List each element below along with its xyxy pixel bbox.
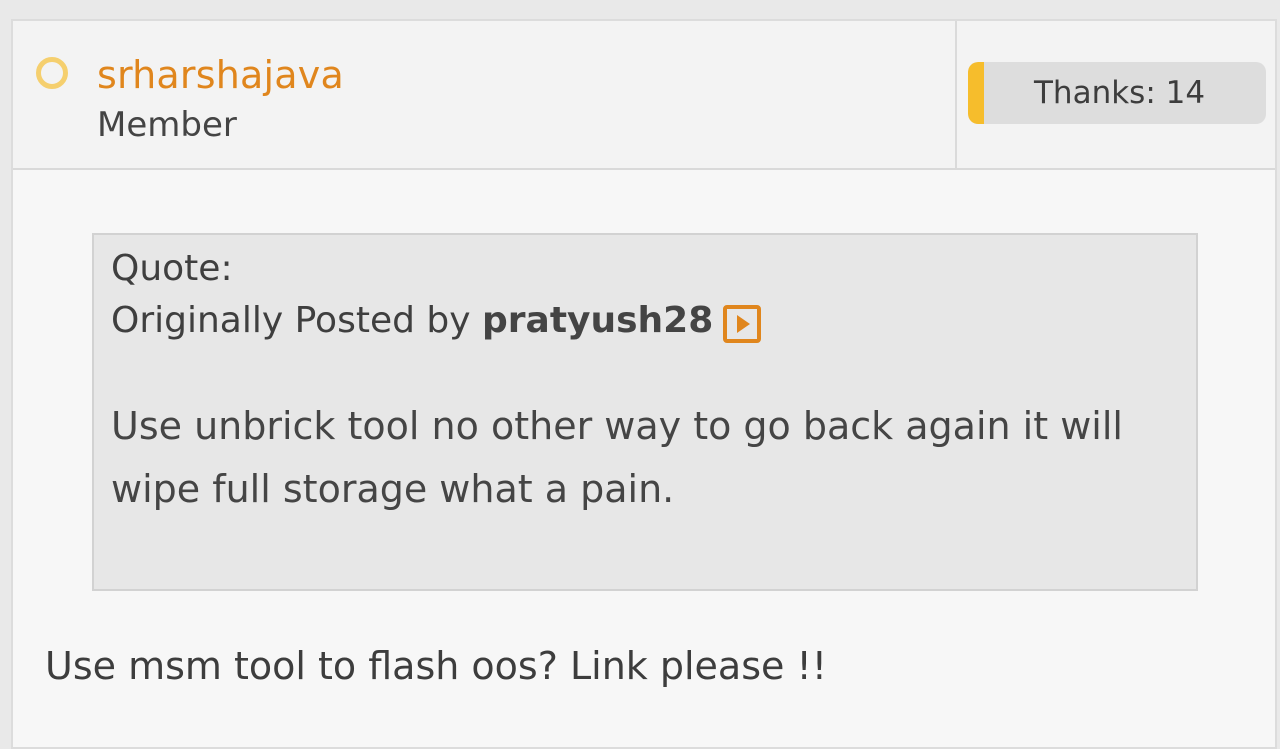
header-divider	[955, 21, 957, 168]
view-post-icon[interactable]	[723, 305, 762, 343]
thanks-accent-bar	[968, 62, 984, 124]
thanks-count: Thanks: 14	[1034, 75, 1206, 111]
author-username-link[interactable]: srharshajava	[97, 51, 344, 99]
post-message: Use msm tool to flash oos? Link please !…	[45, 644, 827, 688]
quote-block: Quote: Originally Posted by pratyush28 U…	[92, 233, 1198, 591]
quote-attribution-prefix: Originally Posted by	[111, 300, 482, 341]
thanks-badge: Thanks: 14	[968, 62, 1266, 124]
author-title: Member	[97, 105, 237, 145]
forum-post: srharshajava Member Thanks: 14 Quote: Or…	[11, 19, 1277, 749]
quote-author-name: pratyush28	[482, 300, 714, 341]
online-status-icon	[36, 57, 68, 89]
quote-attribution: Originally Posted by pratyush28	[111, 297, 762, 345]
quote-message: Use unbrick tool no other way to go back…	[111, 404, 1123, 511]
quote-label: Quote:	[111, 248, 233, 289]
post-header: srharshajava Member Thanks: 14	[13, 21, 1275, 170]
